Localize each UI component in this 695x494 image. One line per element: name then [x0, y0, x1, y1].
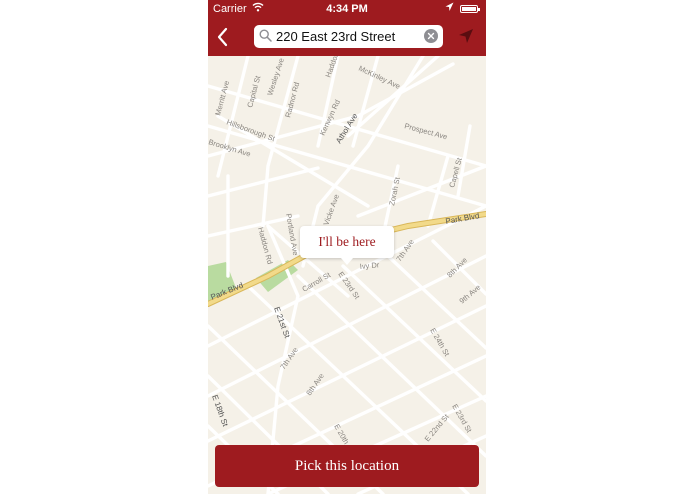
- street-label: Ivy Dr: [359, 260, 380, 271]
- clear-search-icon[interactable]: [424, 29, 438, 43]
- search-icon: [259, 29, 272, 47]
- status-bar: Carrier 4:34 PM: [208, 0, 486, 18]
- nav-bar: [208, 18, 486, 56]
- back-chevron-icon[interactable]: [214, 26, 232, 48]
- location-services-icon: [445, 2, 454, 16]
- search-bar[interactable]: [254, 25, 443, 48]
- map-view[interactable]: Merritt Ave Capital St Wesley Ave Radnor…: [208, 40, 486, 494]
- pick-location-button[interactable]: Pick this location: [215, 445, 479, 487]
- current-location-icon[interactable]: [458, 28, 474, 44]
- map-canvas[interactable]: Merritt Ave Capital St Wesley Ave Radnor…: [208, 40, 486, 494]
- location-callout[interactable]: I'll be here: [300, 226, 394, 265]
- search-input[interactable]: [276, 27, 422, 46]
- battery-icon: [460, 5, 480, 13]
- phone-screen: Carrier 4:34 PM 220 East 23rd Street Mer…: [208, 0, 486, 494]
